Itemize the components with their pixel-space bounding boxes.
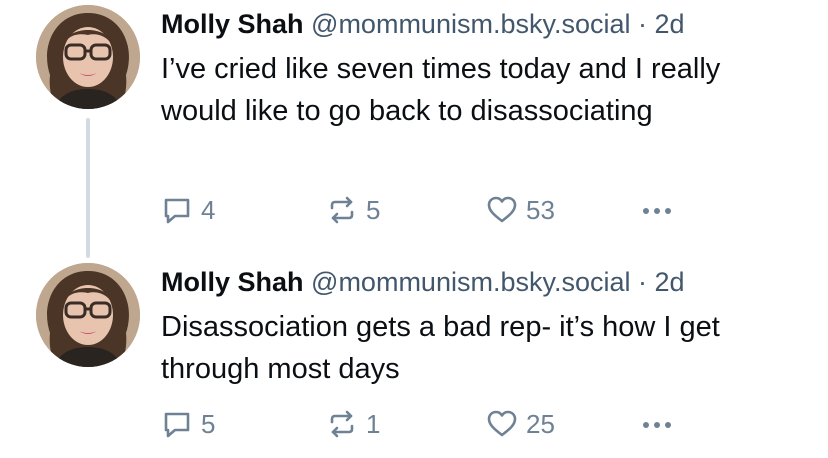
reply-button[interactable]: 5 (161, 404, 215, 444)
like-button[interactable]: 53 (486, 190, 555, 230)
more-options-icon (639, 408, 675, 440)
author-name[interactable]: Molly Shah (161, 267, 304, 297)
avatar[interactable] (36, 263, 140, 367)
timestamp[interactable]: 2d (655, 267, 685, 297)
post-header: Molly Shah @mommunism.bsky.social · 2d (161, 264, 685, 300)
repost-icon (326, 194, 358, 226)
reply-icon (161, 194, 193, 226)
thread-line (86, 118, 90, 258)
post[interactable]: Molly Shah @mommunism.bsky.social · 2d D… (0, 258, 828, 458)
repost-count: 1 (366, 408, 381, 439)
post[interactable]: Molly Shah @mommunism.bsky.social · 2d I… (0, 0, 828, 258)
author-handle[interactable]: @mommunism.bsky.social (311, 9, 630, 39)
separator: · (638, 267, 648, 297)
post-actions: 4 5 53 (161, 190, 801, 230)
timestamp[interactable]: 2d (655, 9, 685, 39)
reply-count: 4 (201, 194, 216, 225)
more-options-icon (639, 194, 675, 226)
author-name[interactable]: Molly Shah (161, 9, 304, 39)
repost-button[interactable]: 5 (326, 190, 380, 230)
more-options-button[interactable] (639, 404, 675, 444)
reply-icon (161, 408, 193, 440)
reply-count: 5 (201, 408, 216, 439)
heart-icon (486, 194, 518, 226)
like-count: 53 (526, 194, 555, 225)
post-text: I’ve cried like seven times today and I … (161, 53, 721, 127)
like-button[interactable]: 25 (486, 404, 555, 444)
separator: · (638, 9, 648, 39)
avatar[interactable] (36, 5, 140, 109)
heart-icon (486, 408, 518, 440)
like-count: 25 (526, 408, 555, 439)
author-handle[interactable]: @mommunism.bsky.social (311, 267, 630, 297)
repost-icon (326, 408, 358, 440)
repost-count: 5 (366, 194, 381, 225)
post-actions: 5 1 25 (161, 404, 801, 444)
more-options-button[interactable] (639, 190, 675, 230)
post-header: Molly Shah @mommunism.bsky.social · 2d (161, 6, 685, 42)
reply-button[interactable]: 4 (161, 190, 215, 230)
repost-button[interactable]: 1 (326, 404, 380, 444)
post-text: Disassociation gets a bad rep- it’s how … (161, 311, 720, 385)
